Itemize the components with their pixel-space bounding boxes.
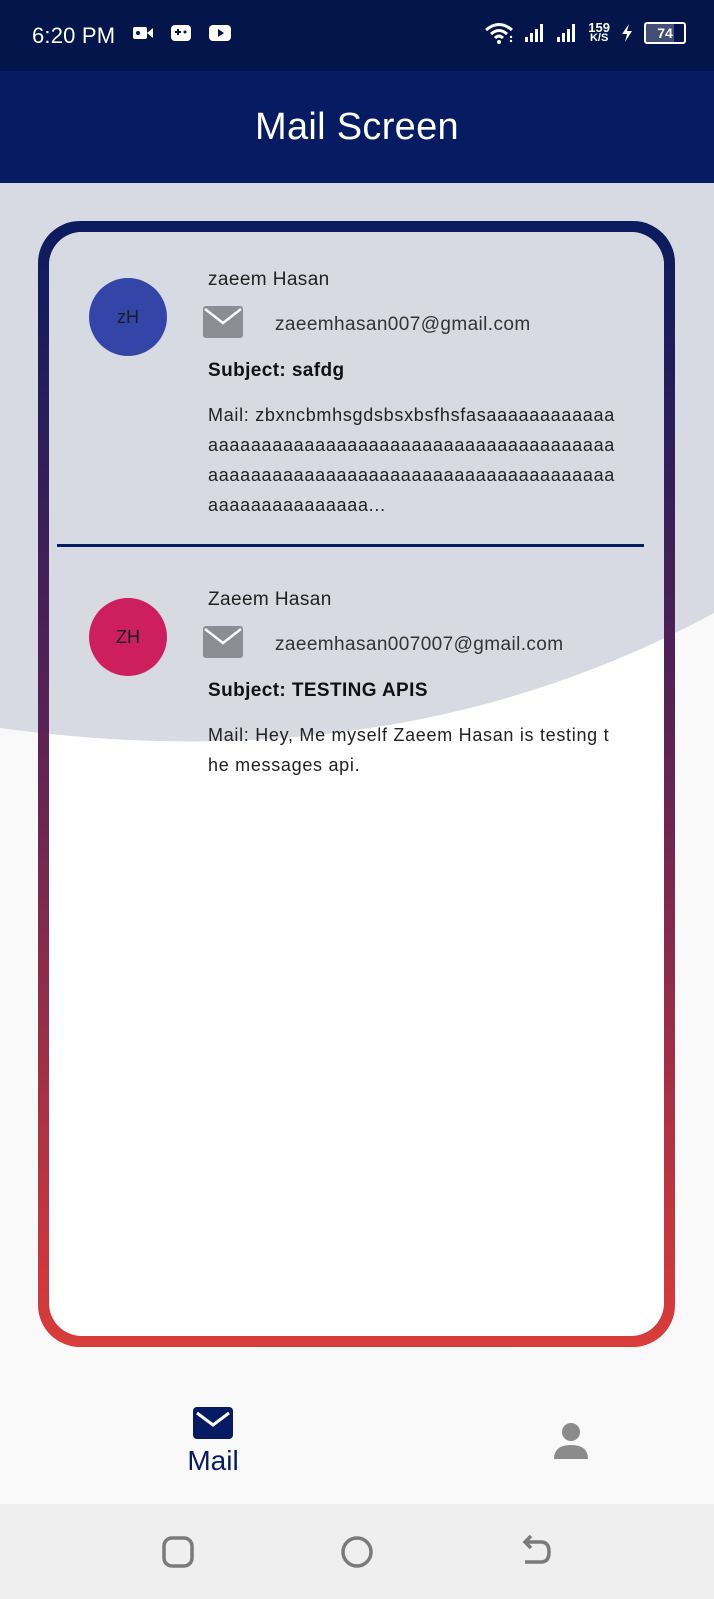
home-button[interactable] [337,1532,377,1572]
nav-item-mail[interactable]: Mail [170,1407,256,1497]
back-button[interactable] [515,1532,555,1572]
mail-body: Mail: zbxncbmhsgdsbsxbsfhsfasaaaaaaaaaaa… [208,405,616,515]
sender-email: zaeemhasan007@gmail.com [275,314,531,335]
signal-icon [525,24,544,42]
network-speed: 159 K/S [588,20,610,44]
sender-email: zaeemhasan007007@gmail.com [275,634,564,655]
recent-apps-button[interactable] [158,1532,198,1572]
avatar-initials: zH [117,306,139,327]
mail-subject: Subject: TESTING APIS [208,680,428,701]
charging-icon [622,24,632,42]
nav-item-profile[interactable] [548,1419,594,1465]
video-camera-icon [133,27,153,39]
sender-name: Zaeem Hasan [208,589,332,610]
battery-icon: 74 [644,22,686,44]
battery-level: 74 [657,25,673,41]
divider [57,544,644,547]
status-time: 6:20 PM [32,23,116,48]
mail-body: Mail: Hey, Me myself Zaeem Hasan is test… [208,725,610,775]
envelope-icon [203,626,243,658]
signal-icon [557,24,576,42]
envelope-icon [203,306,243,338]
avatar-initials: ZH [116,626,140,647]
mail-icon [193,1407,233,1439]
avatar: zH [89,278,167,356]
nav-item-mail-label: Mail [187,1445,239,1476]
mail-list: zH zaeem Hasan zaeemhasan007@gmail.com S… [49,232,664,1336]
status-bar: 6:20 PM 159 K/S 74 [0,0,714,71]
youtube-icon [209,25,231,41]
mail-list-card: zH zaeem Hasan zaeemhasan007@gmail.com S… [38,221,675,1347]
bottom-navigation: Mail [0,1387,714,1504]
gamepad-icon [171,25,191,41]
avatar: ZH [89,598,167,676]
mail-subject: Subject: safdg [208,360,345,381]
app-bar: Mail Screen [0,71,714,183]
wifi-icon [485,23,514,44]
mail-item[interactable]: ZH Zaeem Hasan zaeemhasan007007@gmail.co… [49,552,664,782]
system-navigation-bar [0,1504,714,1599]
sender-name: zaeem Hasan [208,269,330,290]
page-title: Mail Screen [255,105,459,148]
mail-item[interactable]: zH zaeem Hasan zaeemhasan007@gmail.com S… [49,232,664,552]
person-icon [554,1423,588,1459]
